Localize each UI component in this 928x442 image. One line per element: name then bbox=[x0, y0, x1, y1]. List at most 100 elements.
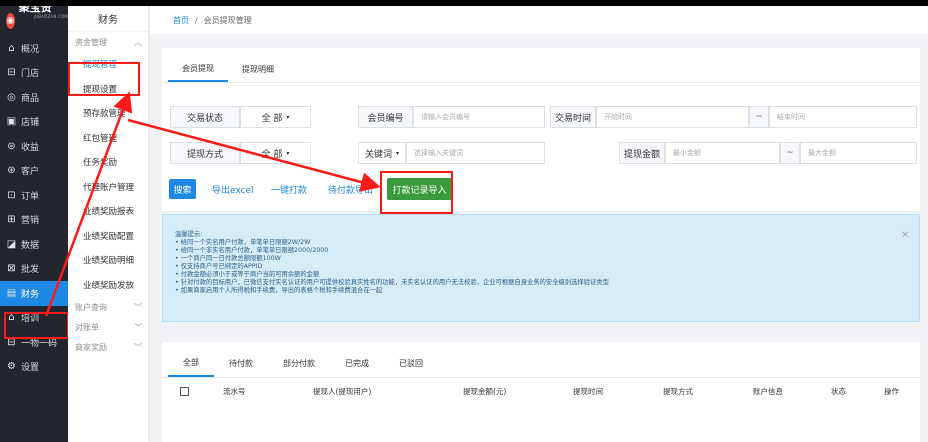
tip-line: • 如果商家启用个人所得税和手续费，导出的表格个税和手续费混合在一起 bbox=[175, 287, 383, 294]
tips-panel: 温馨提示: • 给同一个实名用户付款，单笔单日限额2W/2W • 给同一个非实名用… bbox=[162, 214, 920, 322]
pending-export-link[interactable]: 待付款导出 bbox=[328, 179, 373, 199]
chevron-down-icon: ﹀ bbox=[134, 302, 142, 312]
caret-down-icon: ▾ bbox=[286, 113, 290, 121]
subnav-item-2[interactable]: 预存款管理 bbox=[68, 101, 148, 126]
col-account: 账户信息 bbox=[753, 386, 783, 396]
subnav-group-statement[interactable]: 对账单 ﹀ bbox=[68, 317, 148, 337]
status-tab-0[interactable]: 全部 bbox=[168, 350, 214, 377]
nav-item-10[interactable]: ▤ 财务 bbox=[0, 281, 68, 306]
min-amount-input[interactable]: 最小金额 bbox=[665, 142, 780, 164]
tip-line: • 给同一个实名用户付款，单笔单日限额2W/2W bbox=[175, 239, 311, 246]
trade-status-select[interactable]: 全 部 ▾ bbox=[240, 106, 311, 128]
caret-down-icon: ▾ bbox=[286, 149, 290, 157]
subnav-item-3[interactable]: 红包管理 bbox=[68, 126, 148, 151]
subnav-item-9[interactable]: 业绩奖励发放 bbox=[68, 273, 148, 298]
nav-label: 数据 bbox=[21, 240, 40, 251]
nav-icon: ⊟ bbox=[7, 67, 16, 79]
nav-label: 概况 bbox=[21, 44, 40, 55]
nav-label: 财务 bbox=[21, 289, 40, 300]
nav-item-5[interactable]: ⊛ 客户 bbox=[0, 159, 68, 184]
trade-status-label: 交易状态 bbox=[170, 106, 240, 128]
col-action: 操作 bbox=[884, 386, 899, 396]
breadcrumb-current: 会员提现管理 bbox=[203, 15, 252, 25]
subnav-group-statement-label: 对账单 bbox=[75, 322, 99, 332]
tabs-top: 会员提现 提现明细 bbox=[162, 56, 920, 83]
subnav-item-7[interactable]: 业绩奖励配置 bbox=[68, 224, 148, 249]
amount-label: 提现金额 bbox=[619, 142, 665, 164]
nav-label: 商品 bbox=[21, 93, 40, 104]
pay-all-link[interactable]: 一键打款 bbox=[271, 179, 307, 199]
start-time-input[interactable]: 开始时间 bbox=[596, 106, 749, 128]
nav-item-13[interactable]: ⚙ 设置 bbox=[0, 355, 68, 380]
nav-item-3[interactable]: ▣ 店铺 bbox=[0, 110, 68, 135]
nav-icon: ◪ bbox=[6, 238, 17, 250]
nav-icon: ⚙ bbox=[7, 361, 16, 373]
method-value: 全 部 bbox=[261, 149, 283, 160]
nav-icon: ⊜ bbox=[7, 140, 16, 152]
nav-item-6[interactable]: ⊡ 订单 bbox=[0, 183, 68, 208]
nav-icon: ◎ bbox=[7, 91, 16, 103]
subnav-group-funds[interactable]: 资金管理 ︿ bbox=[68, 32, 148, 52]
method-select[interactable]: 全 部 ▾ bbox=[240, 142, 311, 164]
max-amount-input[interactable]: 最大金额 bbox=[800, 142, 917, 164]
brand-name: 聚宝赞 bbox=[18, 6, 52, 15]
range-tilde: ~ bbox=[749, 106, 769, 128]
nav-item-8[interactable]: ◪ 数据 bbox=[0, 232, 68, 257]
status-tab-3[interactable]: 已完成 bbox=[330, 350, 384, 377]
highlight-box-finance bbox=[4, 312, 69, 339]
member-no-input[interactable]: 请输入会员编号 bbox=[413, 106, 545, 128]
subnav-item-5[interactable]: 代理账户管理 bbox=[68, 175, 148, 200]
breadcrumb-home[interactable]: 首页 bbox=[173, 15, 189, 26]
col-serial: 流水号 bbox=[223, 386, 246, 396]
status-tab-1[interactable]: 待付款 bbox=[214, 350, 268, 377]
subnav-group-merchant-reward[interactable]: 商家奖励 ﹀ bbox=[68, 337, 148, 357]
nav-item-4[interactable]: ⊜ 收益 bbox=[0, 134, 68, 159]
brand-text: 聚宝赞 JUBAOZAN.COM bbox=[19, 6, 68, 39]
close-icon[interactable]: × bbox=[901, 231, 909, 240]
nav-item-1[interactable]: ⊟ 门店 bbox=[0, 61, 68, 86]
nav-icon: ▤ bbox=[6, 287, 17, 299]
subnav-item-8[interactable]: 业绩奖励明细 bbox=[68, 248, 148, 273]
end-time-input[interactable]: 结束时间 bbox=[769, 106, 917, 128]
status-tab-4[interactable]: 已驳回 bbox=[384, 350, 438, 377]
nav-icon: ⊞ bbox=[7, 214, 16, 226]
chevron-down-icon: ﹀ bbox=[134, 322, 142, 332]
tab-member-withdraw[interactable]: 会员提现 bbox=[168, 56, 228, 82]
nav-label: 批发 bbox=[21, 265, 40, 276]
records-card: 全部 待付款 部分付款 已完成 已驳回 流水号 提现人(提现用户) 提现金额(元) 提现… bbox=[162, 342, 920, 442]
subnav-group-account[interactable]: 账户查询 ﹀ bbox=[68, 297, 148, 317]
col-method: 提现方式 bbox=[663, 386, 693, 396]
nav-label: 门店 bbox=[21, 69, 40, 80]
keyword-select[interactable]: 关键词 ▾ bbox=[358, 142, 406, 164]
nav-item-7[interactable]: ⊞ 营销 bbox=[0, 208, 68, 233]
tip-line: • 针对付款的目标用户，已微信支付实名认证的用户可提供校验真实姓名的功能，未实名… bbox=[175, 279, 609, 286]
nav-label: 设置 bbox=[21, 363, 40, 374]
main-content: 首页 / 会员提现管理 会员提现 提现明细 交易状态 全 部 ▾ 会员编号 请输入… bbox=[150, 6, 928, 442]
subnav-title: 财务 bbox=[68, 6, 148, 32]
app-window: ◉ 聚宝赞 JUBAOZAN.COM ⌂ 概况 ⊟ 门店 ◎ 商品 ▣ 店铺 ⊜ 收益 ⊛ 客户 ⊡ 订单 ⊞… bbox=[0, 6, 928, 442]
nav-label: 客户 bbox=[21, 167, 40, 178]
highlight-box-import bbox=[380, 171, 453, 214]
nav-icon: ▣ bbox=[6, 116, 17, 128]
trade-status-value: 全 部 bbox=[261, 113, 283, 124]
nav-item-0[interactable]: ⌂ 概况 bbox=[0, 36, 68, 61]
chevron-up-icon: ︿ bbox=[134, 37, 142, 47]
select-all-checkbox[interactable] bbox=[180, 386, 189, 396]
search-button[interactable]: 搜索 bbox=[169, 179, 196, 199]
col-time: 提现时间 bbox=[573, 386, 603, 396]
highlight-box-withdraw bbox=[68, 62, 140, 96]
subnav-item-4[interactable]: 任务奖励 bbox=[68, 150, 148, 175]
nav-item-2[interactable]: ◎ 商品 bbox=[0, 85, 68, 110]
subnav-item-6[interactable]: 业绩奖励报表 bbox=[68, 199, 148, 224]
method-label: 提现方式 bbox=[170, 142, 240, 164]
tab-withdraw-detail[interactable]: 提现明细 bbox=[228, 56, 288, 82]
nav-item-9[interactable]: ⊠ 批发 bbox=[0, 257, 68, 282]
status-tab-2[interactable]: 部分付款 bbox=[268, 350, 330, 377]
tips-title: 温馨提示: bbox=[175, 231, 203, 238]
keyword-input[interactable]: 选择输入关键词 bbox=[406, 142, 545, 164]
col-user: 提现人(提现用户) bbox=[313, 386, 372, 396]
subnav-group-account-label: 账户查询 bbox=[75, 302, 107, 312]
brand-logo[interactable]: ◉ 聚宝赞 JUBAOZAN.COM bbox=[0, 6, 68, 36]
export-excel-link[interactable]: 导出excel bbox=[212, 179, 254, 199]
member-no-label: 会员编号 bbox=[358, 106, 413, 128]
